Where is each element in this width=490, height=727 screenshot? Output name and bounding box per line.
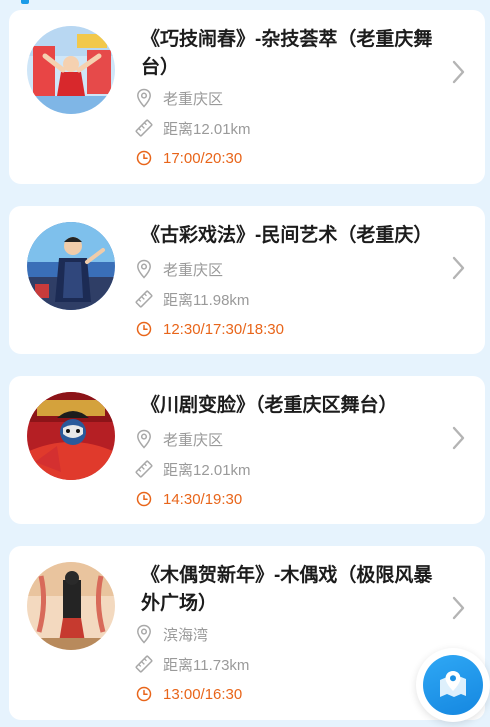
show-card-4[interactable]: 《木偶贺新年》-木偶戏（极限风暴外广场） 滨海湾 距离11.73km 13:00…	[9, 546, 485, 720]
show-times: 14:30/19:30	[163, 490, 243, 508]
time-row: 13:00/16:30	[135, 683, 242, 705]
location-text: 老重庆区	[163, 261, 224, 279]
map-location-button[interactable]	[416, 648, 490, 722]
time-row: 14:30/19:30	[135, 488, 242, 510]
show-thumbnail-face-changing	[27, 392, 115, 480]
location-pin-icon	[135, 88, 153, 108]
location-row: 老重庆区	[135, 87, 223, 109]
location-text: 老重庆区	[163, 90, 224, 108]
show-times: 17:00/20:30	[163, 149, 243, 167]
show-title: 《古彩戏法》-民间艺术（老重庆）	[141, 225, 433, 246]
location-text: 滨海湾	[163, 626, 209, 644]
show-title: 《木偶贺新年》-木偶戏（极限风暴外广场）	[141, 565, 433, 614]
show-card-3[interactable]: 《川剧变脸》（老重庆区舞台） 老重庆区 距离12.01km 14:30/19:3…	[9, 376, 485, 524]
tab-indicator	[21, 0, 29, 4]
ruler-icon	[135, 118, 153, 138]
ruler-icon	[135, 654, 153, 674]
clock-icon	[135, 148, 153, 168]
distance-row: 距离11.98km	[135, 288, 249, 310]
clock-icon	[135, 319, 153, 339]
distance-text: 距离12.01km	[163, 461, 251, 479]
distance-text: 距离12.01km	[163, 120, 251, 138]
chevron-right-icon[interactable]	[451, 256, 465, 280]
show-times: 12:30/17:30/18:30	[163, 320, 284, 338]
distance-text: 距离11.73km	[163, 656, 250, 674]
show-thumbnail-magician	[27, 222, 115, 310]
distance-text: 距离11.98km	[163, 291, 250, 309]
chevron-right-icon[interactable]	[451, 596, 465, 620]
location-pin-icon	[135, 624, 153, 644]
show-times: 13:00/16:30	[163, 685, 243, 703]
map-location-icon	[423, 655, 483, 715]
location-row: 滨海湾	[135, 623, 208, 645]
chevron-right-icon[interactable]	[451, 60, 465, 84]
distance-row: 距离12.01km	[135, 117, 251, 139]
distance-row: 距离11.73km	[135, 653, 249, 675]
location-row: 老重庆区	[135, 428, 223, 450]
ruler-icon	[135, 289, 153, 309]
clock-icon	[135, 684, 153, 704]
chevron-right-icon[interactable]	[451, 426, 465, 450]
show-title: 《巧技闹春》-杂技荟萃（老重庆舞台）	[141, 29, 433, 78]
clock-icon	[135, 489, 153, 509]
time-row: 12:30/17:30/18:30	[135, 318, 284, 340]
location-row: 老重庆区	[135, 258, 223, 280]
time-row: 17:00/20:30	[135, 147, 242, 169]
show-thumbnail-acrobatics	[27, 26, 115, 114]
show-title: 《川剧变脸》（老重庆区舞台）	[141, 395, 398, 416]
show-card-2[interactable]: 《古彩戏法》-民间艺术（老重庆） 老重庆区 距离11.98km 12:30/17…	[9, 206, 485, 354]
show-thumbnail-puppet	[27, 562, 115, 650]
location-pin-icon	[135, 259, 153, 279]
location-text: 老重庆区	[163, 431, 224, 449]
distance-row: 距离12.01km	[135, 458, 251, 480]
ruler-icon	[135, 459, 153, 479]
show-card-1[interactable]: 《巧技闹春》-杂技荟萃（老重庆舞台） 老重庆区 距离12.01km 17:00/…	[9, 10, 485, 184]
location-pin-icon	[135, 429, 153, 449]
